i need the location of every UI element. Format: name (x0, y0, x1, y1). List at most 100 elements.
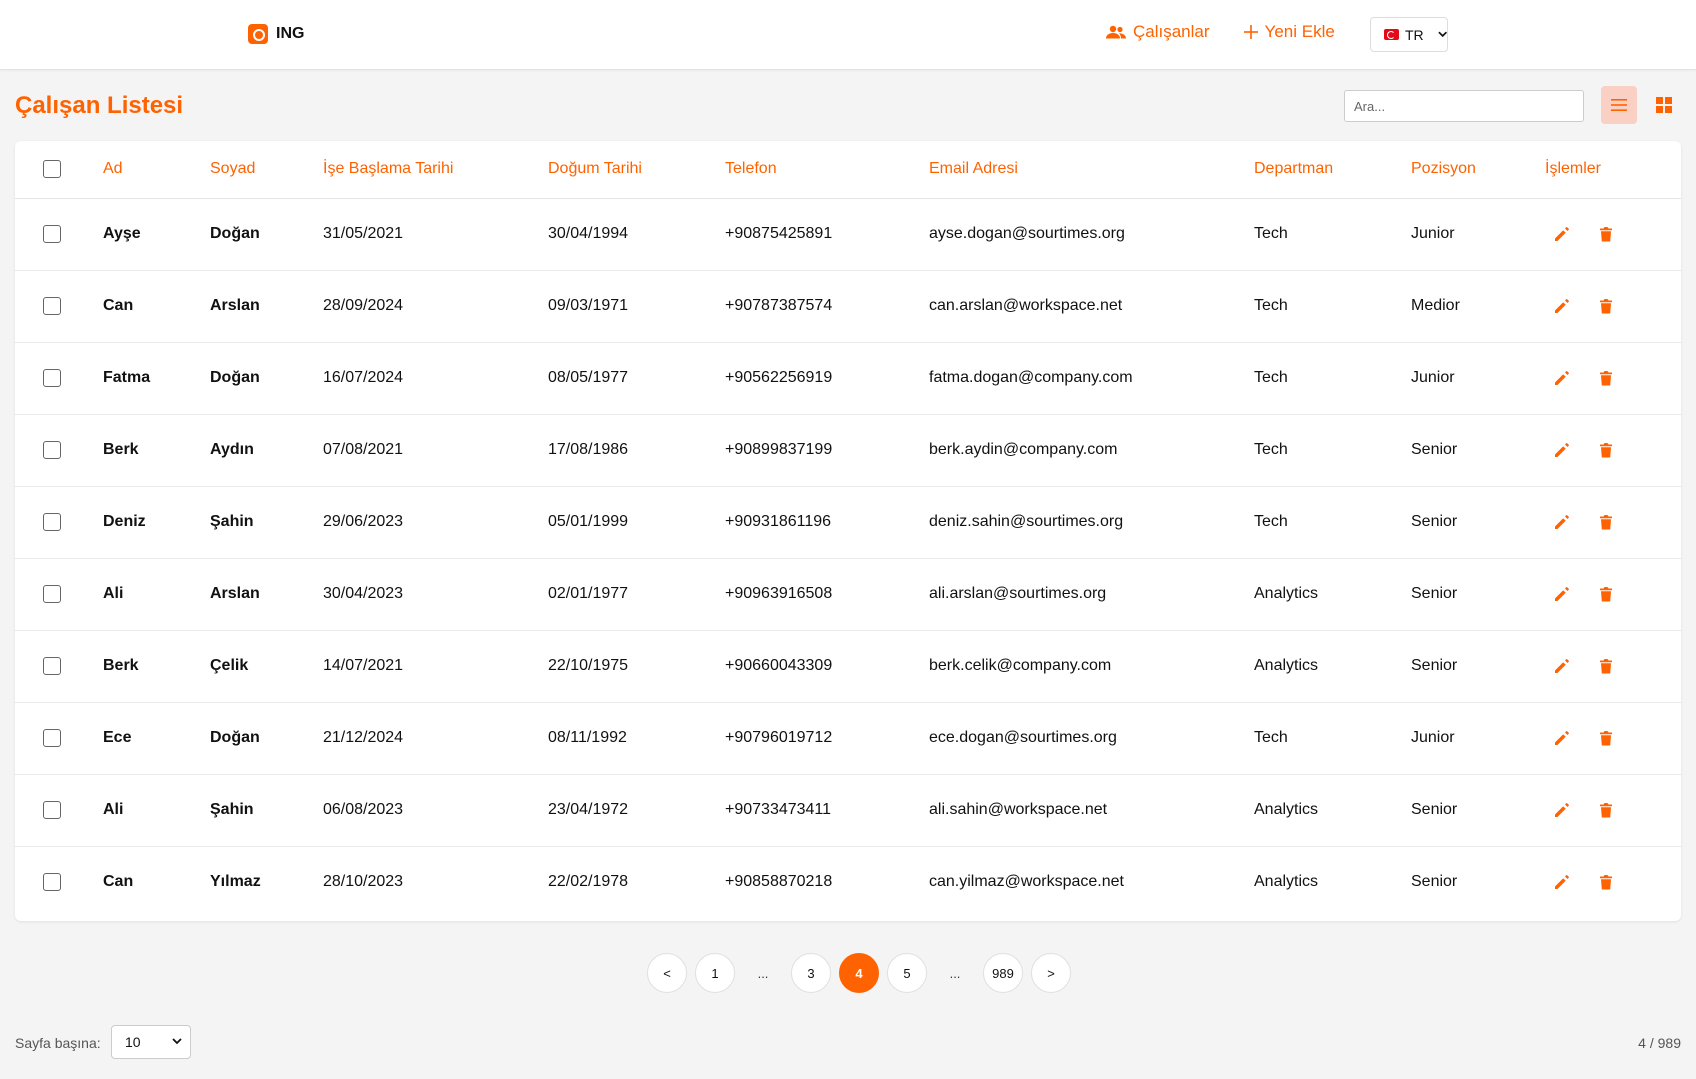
edit-button[interactable] (1553, 297, 1571, 315)
column-header-position: Pozisyon (1411, 141, 1545, 199)
cell-phone: +90733473411 (725, 774, 929, 847)
cell-department: Tech (1254, 342, 1411, 415)
select-all-checkbox[interactable] (43, 160, 61, 179)
edit-button[interactable] (1553, 801, 1571, 819)
pencil-icon (1555, 659, 1569, 673)
row-checkbox[interactable] (43, 441, 61, 459)
pencil-icon (1555, 443, 1569, 457)
pencil-icon (1555, 875, 1569, 890)
cell-birth-date: 02/01/1977 (548, 558, 725, 631)
cell-email: ali.arslan@sourtimes.org (929, 558, 1254, 631)
cell-position: Senior (1411, 774, 1545, 847)
page-title: Çalışan Listesi (15, 92, 184, 119)
cell-last-name: Şahin (210, 774, 323, 847)
cell-birth-date: 22/02/1978 (548, 873, 629, 891)
column-header-phone: Telefon (725, 141, 929, 199)
cell-last-name: Aydın (210, 414, 323, 487)
brand[interactable]: ING (248, 24, 304, 44)
trash-icon (1600, 731, 1612, 746)
row-actions (1545, 225, 1681, 243)
row-checkbox[interactable] (43, 513, 61, 531)
cell-position: Senior (1411, 558, 1545, 631)
row-checkbox[interactable] (43, 585, 61, 603)
delete-button[interactable] (1597, 513, 1615, 531)
delete-button[interactable] (1597, 225, 1615, 243)
table-row: Deniz Şahin 29/06/2023 05/01/1999 +909318611… (15, 486, 1681, 559)
nav-add-new-link[interactable]: Yeni Ekle (1243, 22, 1335, 42)
delete-button[interactable] (1597, 297, 1615, 315)
row-checkbox[interactable] (43, 297, 61, 315)
nav-employees-link[interactable]: Çalışanlar (1106, 22, 1210, 42)
nav-add-new-label: Yeni Ekle (1264, 22, 1335, 41)
cell-department: Analytics (1254, 873, 1319, 891)
delete-button[interactable] (1597, 729, 1615, 747)
language-select[interactable]: TR (1370, 17, 1448, 52)
pencil-icon (1555, 731, 1569, 745)
row-checkbox[interactable] (43, 225, 61, 243)
edit-button[interactable] (1553, 369, 1571, 387)
cell-start-date: 06/08/2023 (323, 774, 548, 847)
list-view-button[interactable] (1601, 86, 1637, 124)
next-page-button[interactable]: > (1031, 953, 1071, 993)
edit-button[interactable] (1553, 441, 1571, 459)
row-checkbox[interactable] (43, 369, 61, 387)
edit-button[interactable] (1553, 873, 1571, 891)
cell-department: Tech (1254, 486, 1411, 559)
page-button-5[interactable]: 5 (887, 953, 927, 993)
row-checkbox[interactable] (43, 873, 61, 892)
top-navbar: ING Çalışanlar Yeni Ekle TR (0, 0, 1696, 70)
employee-table: Ad Soyad İşe Başlama Tarihi Doğum Tarihi… (15, 141, 1681, 918)
table-row: Ali Şahin 06/08/2023 23/04/1972 +90733473411… (15, 774, 1681, 847)
prev-page-button[interactable]: < (647, 953, 687, 993)
page-button-last[interactable]: 989 (983, 953, 1023, 993)
delete-button[interactable] (1597, 369, 1615, 387)
delete-button[interactable] (1597, 873, 1615, 891)
edit-button[interactable] (1553, 729, 1571, 747)
cell-phone: +90796019712 (725, 702, 929, 775)
edit-button[interactable] (1553, 585, 1571, 603)
people-icon (1106, 25, 1126, 39)
row-checkbox[interactable] (43, 657, 61, 675)
edit-button[interactable] (1553, 513, 1571, 531)
delete-button[interactable] (1597, 657, 1615, 675)
edit-button[interactable] (1553, 657, 1571, 675)
cell-phone: +90963916508 (725, 558, 929, 631)
search-input[interactable] (1344, 90, 1584, 122)
cell-email: ali.sahin@workspace.net (929, 774, 1254, 847)
cell-start-date: 30/04/2023 (323, 558, 548, 631)
row-checkbox[interactable] (43, 801, 61, 819)
delete-button[interactable] (1597, 585, 1615, 603)
row-actions (1545, 657, 1681, 675)
plus-icon (1243, 25, 1258, 39)
delete-button[interactable] (1597, 441, 1615, 459)
cell-last-name: Şahin (210, 486, 323, 559)
page-button-3[interactable]: 3 (791, 953, 831, 993)
column-header-last-name: Soyad (210, 141, 323, 199)
trash-icon (1600, 227, 1612, 242)
cell-department: Tech (1254, 270, 1411, 343)
column-header-start-date: İşe Başlama Tarihi (323, 141, 548, 199)
cell-position: Junior (1411, 198, 1545, 271)
cell-last-name: Çelik (210, 630, 323, 703)
pagination: < 1 ... 3 4 5 ... 989 > (647, 953, 1079, 993)
table-row: Can Yılmaz 28/10/2023 22/02/1978 +9085887021… (15, 846, 1681, 918)
row-actions (1545, 369, 1681, 387)
cell-phone: +90858870218 (725, 873, 833, 891)
cell-department: Analytics (1254, 774, 1411, 847)
column-header-birth-date: Doğum Tarihi (548, 141, 725, 199)
page-button-1[interactable]: 1 (695, 953, 735, 993)
cell-department: Tech (1254, 702, 1411, 775)
cell-department: Tech (1254, 414, 1411, 487)
grid-view-button[interactable] (1646, 86, 1682, 124)
pagination-ellipsis: ... (949, 965, 961, 981)
cell-first-name: Can (103, 270, 210, 343)
edit-button[interactable] (1553, 225, 1571, 243)
cell-email: can.arslan@workspace.net (929, 270, 1254, 343)
page-button-current[interactable]: 4 (839, 953, 879, 993)
main-nav: Çalışanlar Yeni Ekle (1106, 22, 1335, 42)
delete-button[interactable] (1597, 801, 1615, 819)
per-page-select[interactable]: 10 (111, 1025, 191, 1059)
row-checkbox[interactable] (43, 729, 61, 747)
cell-start-date: 28/10/2023 (323, 873, 404, 891)
page-info: 4 / 989 (1638, 1035, 1681, 1051)
